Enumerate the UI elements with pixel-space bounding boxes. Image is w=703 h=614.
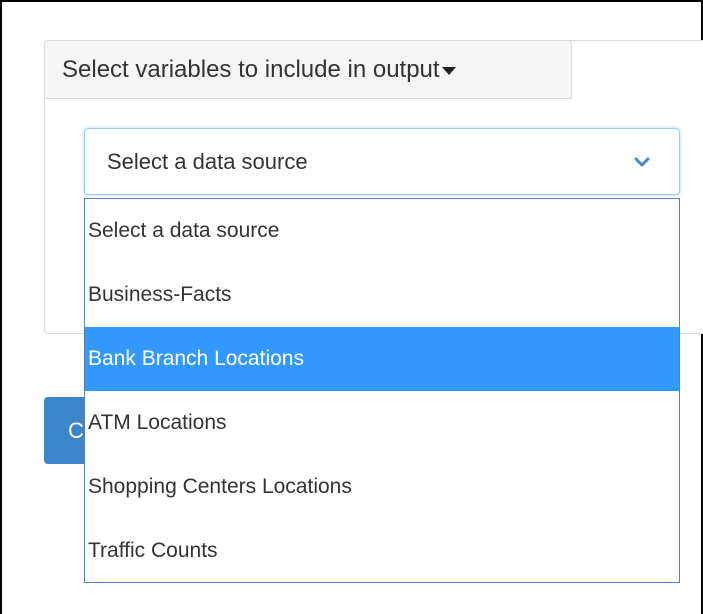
data-source-select[interactable]: Select a data source: [84, 128, 680, 195]
dropdown-option[interactable]: Shopping Centers Locations: [85, 455, 679, 519]
data-source-dropdown-list: Select a data source Business-Facts Bank…: [84, 198, 680, 583]
chevron-down-icon: [634, 157, 650, 167]
submit-button-label: C: [68, 417, 84, 443]
dropdown-option-highlighted[interactable]: Bank Branch Locations: [85, 327, 679, 391]
data-source-select-value: Select a data source: [107, 148, 308, 174]
dropdown-option[interactable]: Business-Facts: [85, 263, 679, 327]
panel-header-label: Select variables to include in output: [62, 55, 440, 83]
panel-header-toggle[interactable]: Select variables to include in output: [44, 40, 572, 99]
dropdown-option[interactable]: ATM Locations: [85, 391, 679, 455]
caret-down-icon: [441, 66, 456, 75]
dropdown-option[interactable]: Select a data source: [85, 199, 679, 263]
dropdown-option[interactable]: Traffic Counts: [85, 519, 679, 583]
